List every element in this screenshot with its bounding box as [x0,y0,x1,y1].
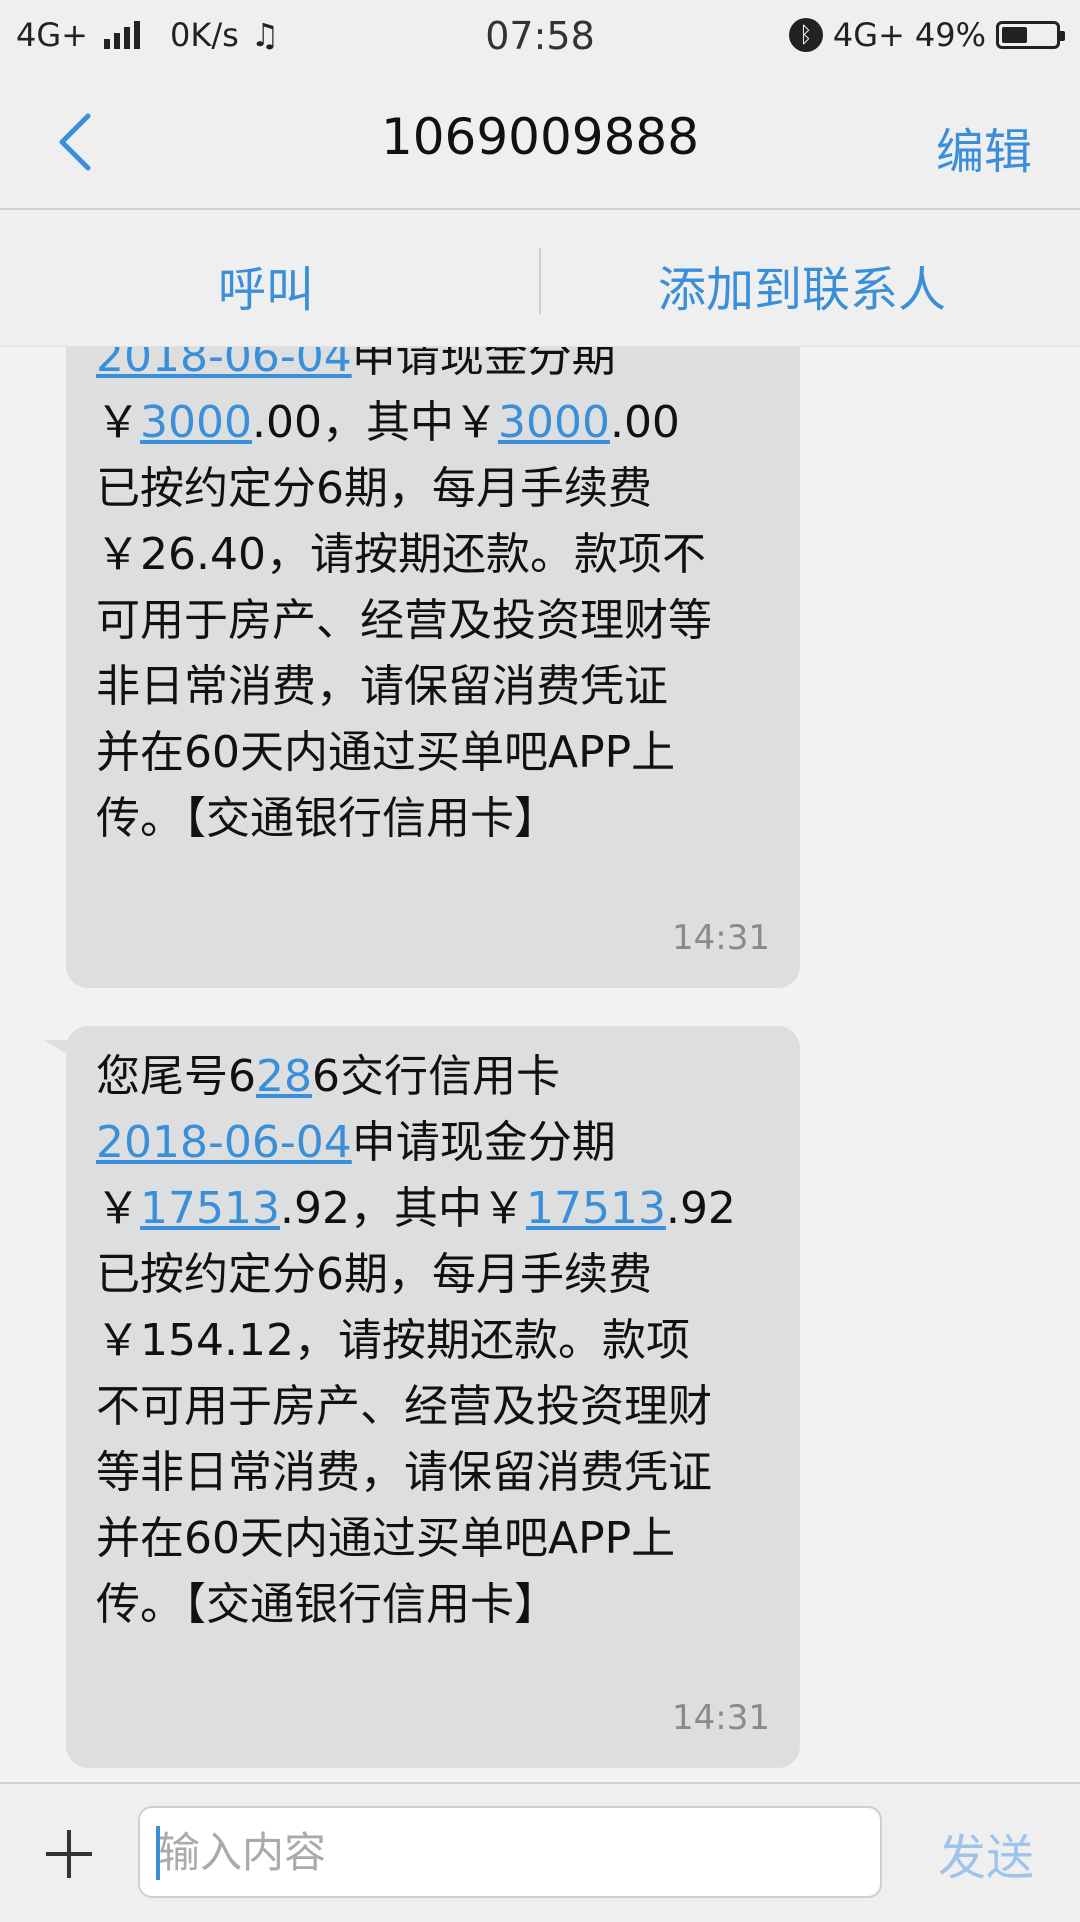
message-bubble[interactable]: 您尾号6286交行信用卡 2018-06-04申请现金分期 ￥17513.92，… [44,1026,800,1768]
page-title: 1069009888 [380,108,700,166]
message-bubble[interactable]: 您尾号6286交行信用卡 2018-06-04申请现金分期 ￥3000.00，其… [66,346,800,988]
action-bar: 呼叫 添加到联系人 [0,210,1080,347]
text-cursor [156,1826,160,1880]
battery-fill [1002,27,1028,43]
call-button[interactable]: 呼叫 [218,250,314,320]
message-time: 14:31 [672,918,770,958]
input-bar: 发送 [0,1782,1080,1922]
message-link[interactable]: 17513 [140,1183,280,1234]
message-text-segment: .92，其中￥ [279,1183,526,1234]
message-text: 您尾号6286交行信用卡 2018-06-04申请现金分期 ￥17513.92，… [96,1026,772,1638]
message-text-segment: .00 已按约定分6期，每月手续费 ￥26.40，请按期还款。款项不 可用于房产… [96,397,712,844]
status-right: ᛒ 4G+ 49% [788,16,1065,54]
status-bar: 4G+ 0K/s ♫ 07:58 ᛒ 4G+ 49% [0,0,1080,76]
message-list[interactable]: 您尾号6286交行信用卡 2018-06-04申请现金分期 ￥3000.00，其… [0,346,1080,1782]
message-input[interactable] [138,1806,882,1898]
message-link[interactable]: 3000 [140,397,252,448]
plus-icon [67,1830,71,1878]
add-contact-button[interactable]: 添加到联系人 [658,250,946,320]
message-link[interactable]: 3000 [498,397,610,448]
message-link[interactable]: 28 [256,1051,312,1102]
nav-bar: 1069009888 编辑 [0,76,1080,210]
edit-button[interactable]: 编辑 [936,112,1032,182]
message-text-segment: .92 已按约定分6期，每月手续费 ￥154.12，请按期还款。款项 不可用于房… [96,1183,736,1630]
message-text-segment: .00，其中￥ [251,397,498,448]
add-attachment-button[interactable] [44,1814,96,1892]
network-type-right: 4G+ [832,16,905,54]
message-text-segment: 6交行信用卡 [312,1051,560,1102]
message-text: 您尾号6286交行信用卡 2018-06-04申请现金分期 ￥3000.00，其… [96,346,772,852]
message-time: 14:31 [672,1698,770,1738]
message-link[interactable]: 2018-06-04 [96,346,352,382]
bluetooth-icon: ᛒ [788,18,823,52]
battery-percent: 49% [914,16,986,54]
bubble-tail [44,1040,74,1058]
divider [539,248,541,314]
message-link[interactable]: 2018-06-04 [96,1117,352,1168]
battery-icon [996,21,1065,49]
send-button[interactable]: 发送 [938,1818,1034,1888]
message-link[interactable]: 17513 [526,1183,666,1234]
message-text-segment: 您尾号6 [96,1051,256,1102]
